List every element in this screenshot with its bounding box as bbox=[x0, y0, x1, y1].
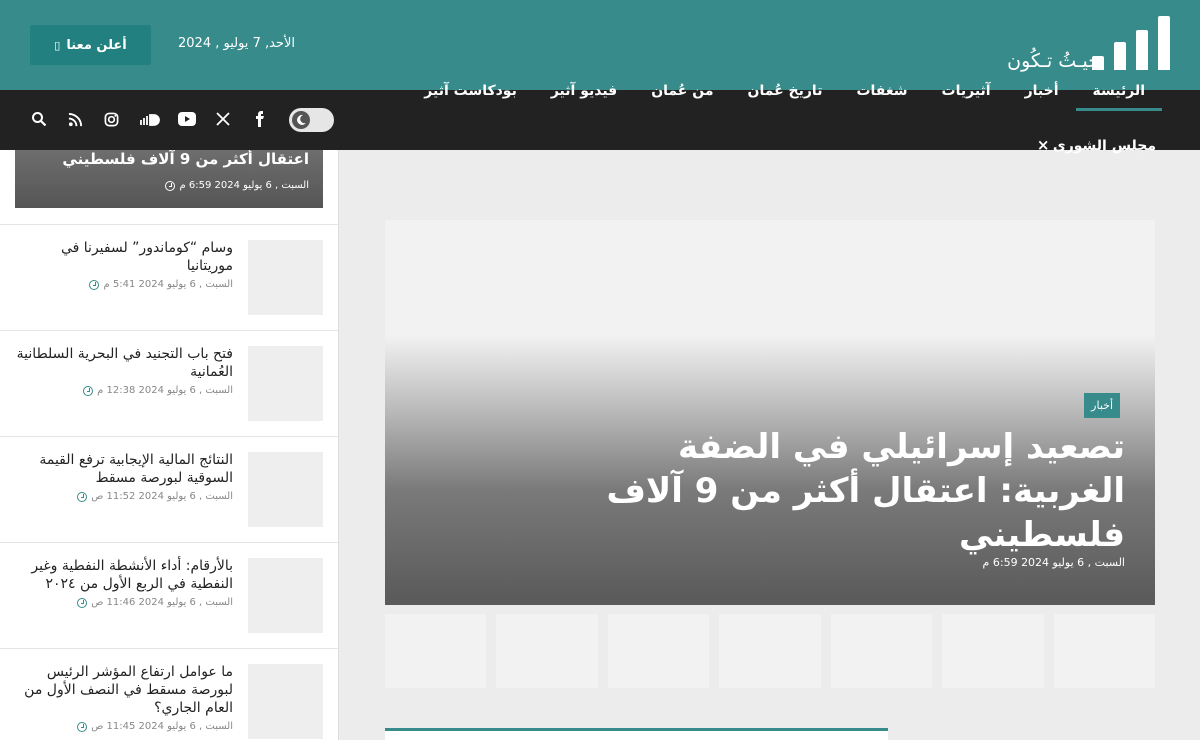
rss-icon[interactable] bbox=[66, 110, 84, 128]
nav-menu: الرئيسة أخبار آثيريات شغفات تاريخ عُمان من عُ… bbox=[407, 80, 1163, 111]
list-item[interactable]: ما عوامل ارتفاع المؤشر الرئيس لبورصة مسق… bbox=[0, 648, 338, 740]
featured-thumbnail[interactable] bbox=[385, 614, 487, 688]
nav-item[interactable]: الرئيسة bbox=[1075, 80, 1163, 111]
list-item-date: السبت , 6 يوليو 2024 11:46 ص bbox=[77, 597, 233, 608]
advertise-label: أعلن معنا bbox=[66, 37, 127, 53]
clock-icon bbox=[165, 180, 176, 191]
list-item[interactable]: وسام “كوماندور” لسفيرنا في موريتانيا السب… bbox=[0, 224, 338, 330]
date-text: السبت , 6 يوليو 2024 5:41 م bbox=[103, 279, 233, 290]
date-text: السبت , 6 يوليو 2024 11:45 ص bbox=[91, 721, 233, 732]
list-item[interactable]: النتائج المالية الإيجابية ترفع القيمة ال… bbox=[0, 436, 338, 542]
list-item-title[interactable]: النتائج المالية الإيجابية ترفع القيمة ال… bbox=[13, 451, 233, 487]
search-icon[interactable] bbox=[30, 110, 48, 128]
date-text: السبت , 6 يوليو 2024 11:52 ص bbox=[91, 491, 233, 502]
list-item-title[interactable]: ما عوامل ارتفاع المؤشر الرئيس لبورصة مسق… bbox=[13, 663, 233, 717]
nav-item-label: مجلس الشورى bbox=[1052, 138, 1156, 154]
list-item-thumbnail[interactable] bbox=[248, 452, 323, 527]
close-icon[interactable]: × bbox=[1037, 136, 1050, 154]
featured-thumbnail[interactable] bbox=[719, 614, 821, 688]
top-header: حيـثُ تـكُون الأحد, 7 يوليو , 2024 أعلن … bbox=[0, 0, 1200, 90]
nav-item[interactable]: بودكاست آثير bbox=[407, 80, 534, 110]
list-item-date: السبت , 6 يوليو 2024 12:38 م bbox=[83, 385, 233, 396]
clock-icon bbox=[77, 491, 88, 502]
list-item[interactable]: بالأرقام: أداء الأنشطة النفطية وغير النف… bbox=[0, 542, 338, 648]
logo-mark-icon bbox=[1092, 16, 1170, 70]
list-item-date: السبت , 6 يوليو 2024 11:52 ص bbox=[77, 491, 233, 502]
nav-item[interactable]: آثيريات bbox=[925, 80, 1008, 110]
list-item[interactable]: فتح باب التجنيد في البحرية السلطانية الع… bbox=[0, 330, 338, 436]
youtube-icon[interactable] bbox=[178, 110, 196, 128]
list-item-thumbnail[interactable] bbox=[248, 346, 323, 421]
featured-thumbnail[interactable] bbox=[496, 614, 598, 688]
list-item-thumbnail[interactable] bbox=[248, 558, 323, 633]
facebook-icon[interactable] bbox=[250, 110, 268, 128]
header-date: الأحد, 7 يوليو , 2024 bbox=[178, 36, 295, 51]
clock-icon bbox=[77, 721, 88, 732]
advertise-button[interactable]: أعلن معنا ▯ bbox=[30, 25, 151, 65]
sidebar: اعتقال أكثر من 9 آلاف فلسطيني السبت , 6 … bbox=[0, 150, 339, 740]
nav-item[interactable]: شغفات bbox=[839, 80, 924, 110]
nav-item[interactable]: أخبار bbox=[1008, 80, 1076, 110]
date-text: السبت , 6 يوليو 2024 11:46 ص bbox=[91, 597, 233, 608]
megaphone-icon: ▯ bbox=[54, 38, 61, 52]
section-divider bbox=[385, 728, 888, 740]
list-item-thumbnail[interactable] bbox=[248, 664, 323, 739]
social-links bbox=[30, 110, 268, 128]
category-badge[interactable]: أخبار bbox=[1084, 393, 1120, 418]
nav-item-shura[interactable]: مجلس الشورى × bbox=[1037, 136, 1156, 154]
featured-article-date: السبت , 6 يوليو 2024 6:59 م bbox=[982, 556, 1125, 569]
instagram-icon[interactable] bbox=[102, 110, 120, 128]
sidebar-news-list: وسام “كوماندور” لسفيرنا في موريتانيا السب… bbox=[0, 224, 338, 740]
list-item-title[interactable]: فتح باب التجنيد في البحرية السلطانية الع… bbox=[13, 345, 233, 381]
featured-thumbnail[interactable] bbox=[1053, 614, 1155, 688]
sidebar-featured-date: السبت , 6 يوليو 2024 6:59 م bbox=[165, 180, 309, 191]
main-nav: الرئيسة أخبار آثيريات شغفات تاريخ عُمان من عُ… bbox=[0, 83, 1200, 154]
featured-thumbnails bbox=[385, 614, 1155, 688]
soundcloud-icon[interactable] bbox=[138, 110, 160, 128]
moon-icon bbox=[292, 111, 310, 129]
featured-article-title[interactable]: تصعيد إسرائيلي في الضفة الغربية: اعتقال … bbox=[565, 425, 1125, 557]
featured-thumbnail[interactable] bbox=[607, 614, 710, 688]
nav-item[interactable]: تاريخ عُمان bbox=[731, 80, 840, 110]
featured-article[interactable]: أخبار تصعيد إسرائيلي في الضفة الغربية: ا… bbox=[385, 220, 1155, 605]
logo-tagline: حيـثُ تـكُون bbox=[1007, 50, 1100, 72]
x-icon[interactable] bbox=[214, 110, 232, 128]
clock-icon bbox=[89, 279, 100, 290]
site-logo[interactable]: حيـثُ تـكُون bbox=[970, 16, 1170, 76]
clock-icon bbox=[83, 385, 94, 396]
nav-item[interactable]: فيديو آثير bbox=[534, 80, 634, 110]
list-item-title[interactable]: بالأرقام: أداء الأنشطة النفطية وغير النف… bbox=[13, 557, 233, 593]
sidebar-featured-title[interactable]: اعتقال أكثر من 9 آلاف فلسطيني bbox=[62, 150, 309, 168]
list-item-date: السبت , 6 يوليو 2024 11:45 ص bbox=[77, 721, 233, 732]
featured-thumbnail[interactable] bbox=[942, 614, 1044, 688]
sidebar-featured-card[interactable]: اعتقال أكثر من 9 آلاف فلسطيني السبت , 6 … bbox=[15, 150, 323, 208]
nav-item[interactable]: من عُمان bbox=[634, 80, 730, 110]
clock-icon bbox=[77, 597, 88, 608]
date-text: السبت , 6 يوليو 2024 12:38 م bbox=[97, 385, 233, 396]
featured-thumbnail[interactable] bbox=[830, 614, 933, 688]
date-text: السبت , 6 يوليو 2024 6:59 م bbox=[179, 180, 309, 191]
list-item-date: السبت , 6 يوليو 2024 5:41 م bbox=[89, 279, 233, 290]
list-item-thumbnail[interactable] bbox=[248, 240, 323, 315]
list-item-title[interactable]: وسام “كوماندور” لسفيرنا في موريتانيا bbox=[13, 239, 233, 275]
dark-mode-toggle[interactable] bbox=[289, 108, 334, 132]
